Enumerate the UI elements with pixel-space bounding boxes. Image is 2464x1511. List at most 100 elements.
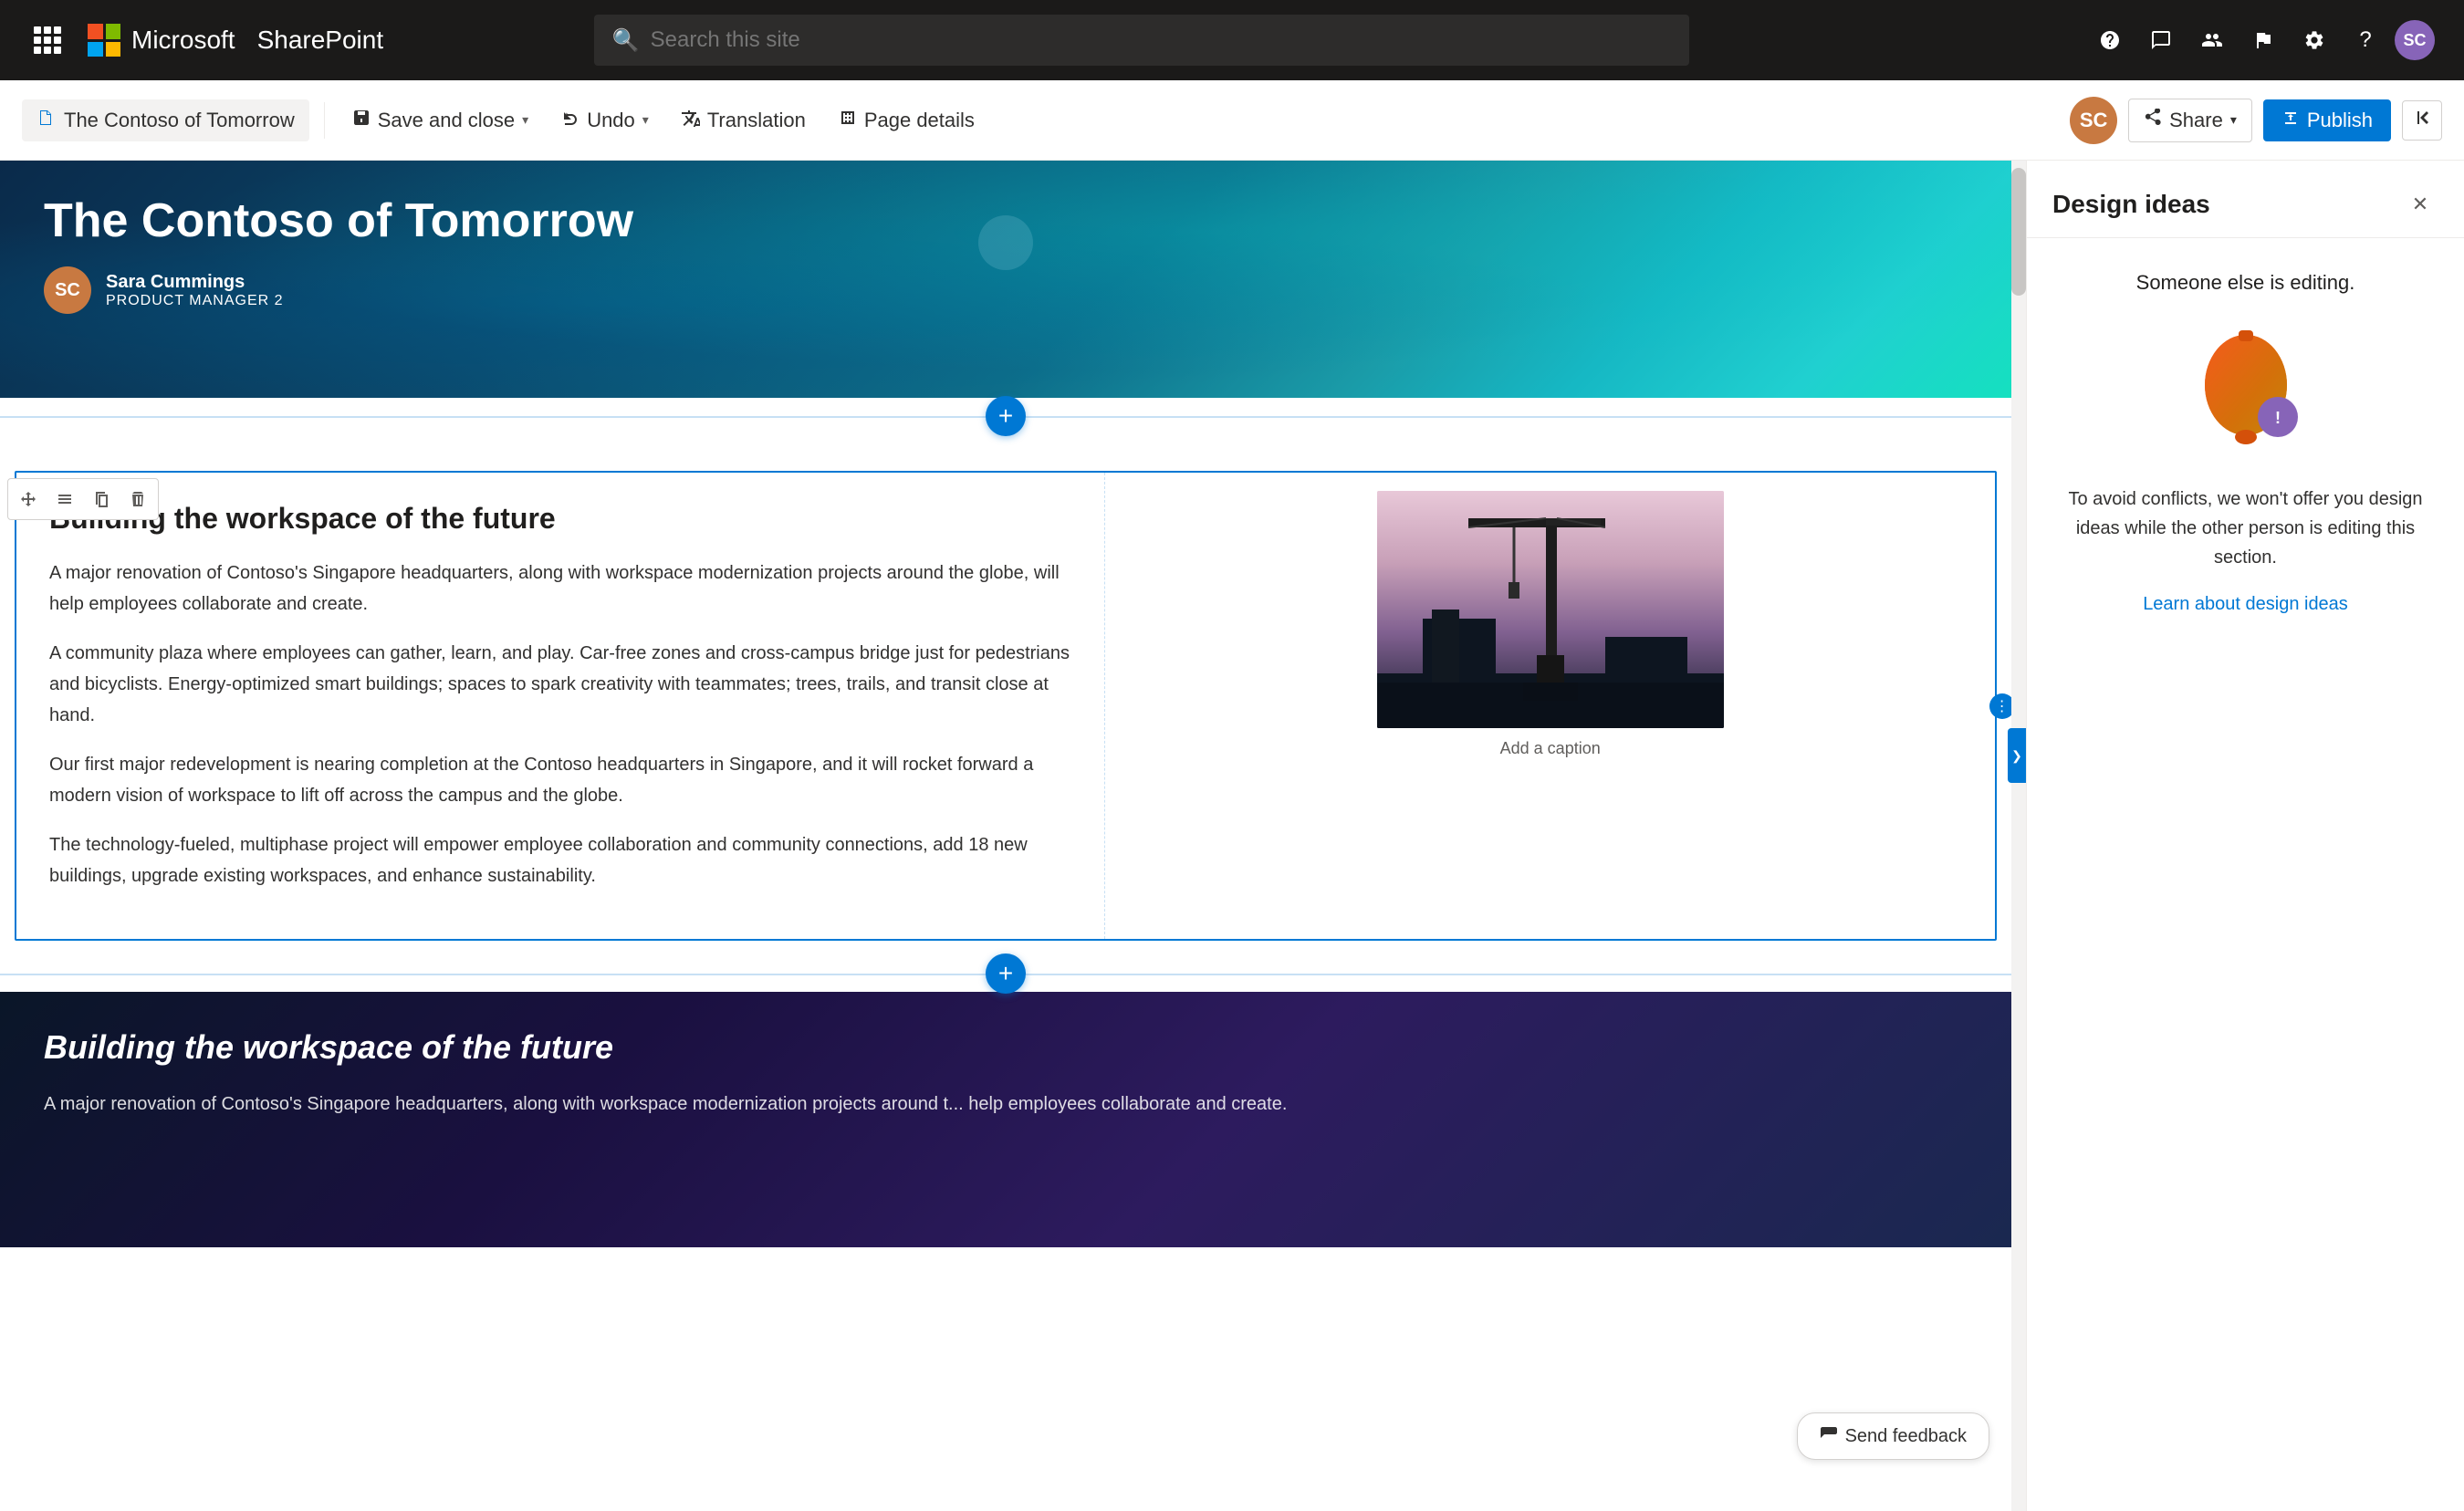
add-circle-btn[interactable]: +: [986, 396, 1026, 436]
content-section: ⋮ Building the workspace of the future A…: [0, 471, 2011, 941]
translation-label: Translation: [707, 109, 806, 132]
hero-content: The Contoso of Tomorrow SC Sara Cummings…: [0, 161, 2011, 347]
publish-icon: [2281, 109, 2300, 132]
waffle-menu-button[interactable]: [29, 22, 66, 58]
undo-button[interactable]: Undo ▾: [548, 99, 662, 141]
waffle-icon: [34, 26, 61, 54]
microsoft-logo[interactable]: Microsoft: [88, 24, 235, 57]
main-content-area: The Contoso of Tomorrow SC Sara Cummings…: [0, 161, 2464, 1511]
undo-label: Undo: [587, 109, 635, 132]
undo-icon: [561, 109, 579, 132]
svg-text:!: !: [2275, 409, 2281, 427]
publish-button[interactable]: Publish: [2263, 99, 2391, 141]
design-ideas-panel: Design ideas ✕ Someone else is editing.: [2026, 161, 2464, 1511]
panel-toggle-icon: ❯: [2011, 748, 2022, 764]
panel-description: To avoid conflicts, we won't offer you d…: [2052, 485, 2438, 572]
bell-svg: !: [2182, 317, 2310, 463]
save-close-chevron: ▾: [522, 112, 528, 128]
dark-section: Building the workspace of the future A m…: [0, 992, 2011, 1247]
page-details-button[interactable]: Page details: [826, 99, 987, 141]
plus-icon-2: +: [998, 959, 1013, 988]
share-label: Share: [2169, 109, 2223, 132]
article-para-1: A major renovation of Contoso's Singapor…: [49, 558, 1071, 620]
collapse-button[interactable]: [2402, 100, 2442, 141]
flag-icon-button[interactable]: [2241, 18, 2285, 62]
hero-title: The Contoso of Tomorrow: [44, 193, 1968, 248]
help-icon-button[interactable]: [2088, 18, 2132, 62]
bell-illustration: !: [2173, 317, 2319, 463]
toolbar-right-group: SC Share ▾ Publish: [2070, 97, 2442, 144]
feedback-icon: [1820, 1424, 1838, 1448]
article-heading: Building the workspace of the future: [49, 502, 1071, 536]
translation-button[interactable]: Translation: [669, 99, 819, 141]
learn-ideas-link[interactable]: Learn about design ideas: [2143, 594, 2348, 615]
share-chevron: ▾: [2230, 112, 2237, 128]
help-question-button[interactable]: ?: [2344, 18, 2387, 62]
people-icon-button[interactable]: [2190, 18, 2234, 62]
page-details-icon: [839, 109, 857, 132]
author-name: Sara Cummings: [106, 272, 284, 293]
page-tab[interactable]: The Contoso of Tomorrow: [22, 99, 309, 141]
panel-body: Someone else is editing.: [2027, 238, 2464, 1511]
author-avatar-toolbar: SC: [2070, 97, 2117, 144]
image-caption[interactable]: Add a caption: [1500, 739, 1601, 758]
page-tab-label: The Contoso of Tomorrow: [64, 109, 295, 132]
scrollbar-thumb[interactable]: [2011, 168, 2026, 296]
hero-author: SC Sara Cummings PRODUCT MANAGER 2: [44, 266, 1968, 314]
article-para-2: A community plaza where employees can ga…: [49, 638, 1071, 731]
separator-1: [324, 102, 325, 139]
publish-label: Publish: [2307, 109, 2373, 132]
feedback-label: Send feedback: [1845, 1426, 1967, 1447]
panel-toggle-tab[interactable]: ❯: [2008, 728, 2026, 783]
search-bar[interactable]: 🔍: [594, 15, 1689, 66]
page-details-label: Page details: [864, 109, 975, 132]
panel-close-button[interactable]: ✕: [2402, 186, 2438, 223]
author-role: PRODUCT MANAGER 2: [106, 293, 284, 309]
share-button[interactable]: Share ▾: [2128, 99, 2252, 142]
settings-icon-button[interactable]: [2292, 18, 2336, 62]
page-icon: [37, 109, 55, 132]
undo-chevron: ▾: [642, 112, 649, 128]
plus-icon: +: [998, 401, 1013, 431]
add-section-button-2[interactable]: +: [0, 955, 2011, 992]
construction-image: [1377, 491, 1724, 728]
add-circle-btn-2[interactable]: +: [986, 953, 1026, 994]
adjust-section-button[interactable]: [48, 483, 81, 516]
nav-icon-group: ? SC: [2088, 18, 2435, 62]
text-column: Building the workspace of the future A m…: [16, 473, 1104, 939]
save-close-button[interactable]: Save and close ▾: [339, 99, 541, 141]
sharepoint-text: SharePoint: [257, 26, 384, 55]
translate-icon: [682, 109, 700, 132]
save-close-label: Save and close: [378, 109, 515, 132]
page-canvas[interactable]: The Contoso of Tomorrow SC Sara Cummings…: [0, 161, 2011, 1511]
ms-squares-icon: [88, 24, 120, 57]
section-controls: [7, 478, 159, 520]
search-input[interactable]: [651, 27, 1671, 53]
copy-section-button[interactable]: [85, 483, 118, 516]
user-avatar[interactable]: SC: [2395, 20, 2435, 60]
send-feedback-button[interactable]: Send feedback: [1797, 1412, 1989, 1460]
canvas-scrollbar[interactable]: [2011, 161, 2026, 1511]
image-column: Add a caption: [1104, 473, 1995, 939]
move-section-button[interactable]: [12, 483, 45, 516]
author-avatar: SC: [44, 266, 91, 314]
author-info: Sara Cummings PRODUCT MANAGER 2: [106, 272, 284, 309]
dark-section-text: A major renovation of Contoso's Singapor…: [44, 1089, 1968, 1120]
panel-title: Design ideas: [2052, 190, 2210, 219]
share-icon: [2144, 109, 2162, 132]
save-icon: [352, 109, 371, 132]
dark-section-heading: Building the workspace of the future: [44, 1028, 1968, 1067]
close-icon: ✕: [2412, 193, 2428, 216]
add-section-button[interactable]: +: [0, 398, 2011, 434]
chat-icon-button[interactable]: [2139, 18, 2183, 62]
search-icon: 🔍: [612, 27, 640, 54]
article-para-4: The technology-fueled, multiphase projec…: [49, 829, 1071, 891]
microsoft-text: Microsoft: [131, 26, 235, 55]
article-para-3: Our first major redevelopment is nearing…: [49, 749, 1071, 811]
main-inner: The Contoso of Tomorrow SC Sara Cummings…: [0, 161, 2464, 1511]
edit-toolbar: The Contoso of Tomorrow Save and close ▾…: [0, 80, 2464, 161]
collapse-icon: [2413, 109, 2431, 131]
delete-section-button[interactable]: [121, 483, 154, 516]
top-navigation: Microsoft SharePoint 🔍 ? SC: [0, 0, 2464, 80]
column-handle[interactable]: ⋮: [1989, 693, 2011, 719]
